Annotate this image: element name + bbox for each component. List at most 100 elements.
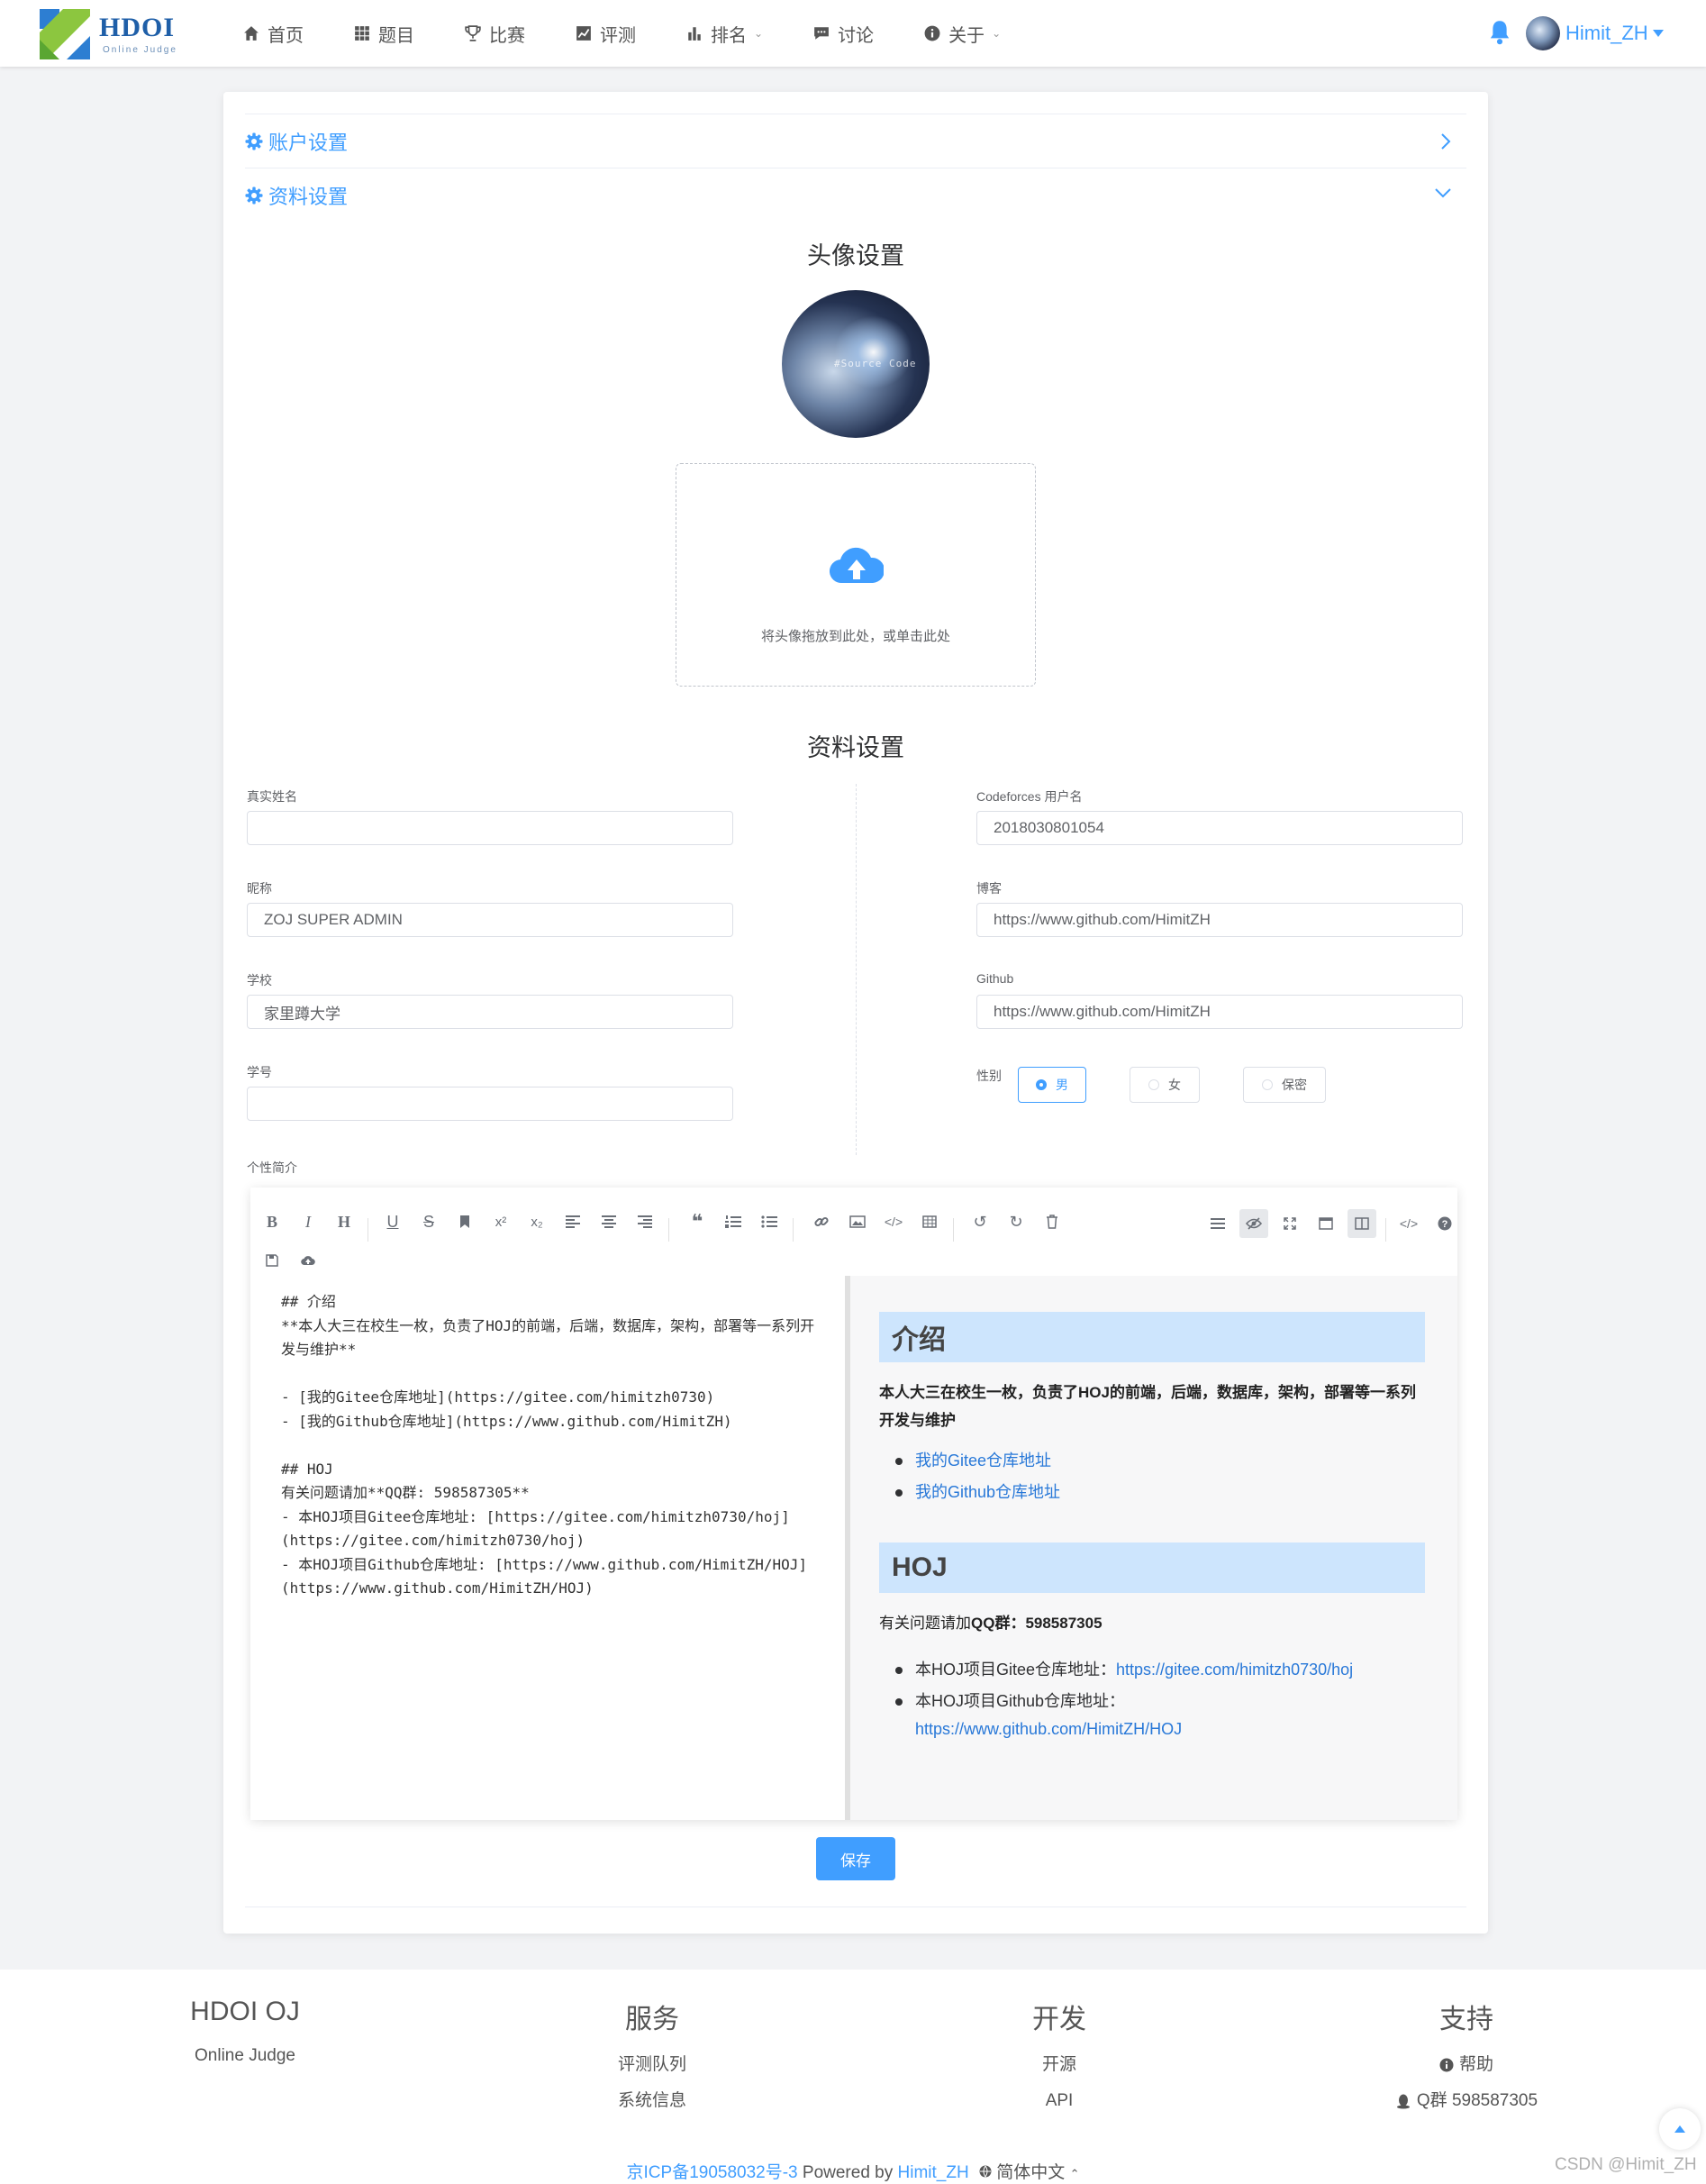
profile-settings-header[interactable]: 资料设置 — [245, 168, 1466, 223]
nav-status[interactable]: 评测 — [576, 0, 636, 67]
user-menu[interactable]: Himit_ZH — [1526, 16, 1665, 50]
preview-toggle-button[interactable] — [1239, 1209, 1268, 1238]
fullscreen-button[interactable] — [1275, 1209, 1304, 1238]
footer-link-system-info[interactable]: 系统信息 — [517, 2083, 787, 2119]
grid-icon — [355, 26, 369, 41]
gender-male-radio[interactable]: 男 — [1018, 1067, 1086, 1103]
top-navbar: HDOI Online Judge 首页 题目 比赛 评测 排名 ⌄ 讨论 关于… — [0, 0, 1706, 67]
home-icon — [244, 26, 259, 41]
chevron-down-icon: ⌄ — [992, 27, 1002, 40]
nickname-label: 昵称 — [247, 881, 272, 896]
gender-female-radio[interactable]: 女 — [1130, 1067, 1200, 1103]
cloud-save-button[interactable] — [294, 1251, 322, 1270]
nav-problems[interactable]: 题目 — [354, 0, 414, 67]
gear-icon — [245, 187, 263, 205]
preview-list-item: 我的Gitee仓库地址 — [895, 1447, 1429, 1475]
nav-about[interactable]: 关于 ⌄ — [924, 0, 1001, 67]
student-number-input[interactable] — [247, 1087, 733, 1121]
editor-source-pane[interactable]: ## 介绍 **本人大三在校生一枚，负责了HOJ的前端，后端，数据库，架构，部署… — [250, 1276, 850, 1820]
italic-button[interactable]: I — [294, 1207, 322, 1236]
footer-title: 服务 — [625, 2005, 679, 2034]
undo-button[interactable]: ↺ — [966, 1207, 994, 1236]
footer-link-qq-group[interactable]: Q群 598587305 — [1331, 2083, 1602, 2119]
code-button[interactable]: </> — [879, 1207, 908, 1236]
blog-input[interactable]: https://www.github.com/HimitZH — [976, 903, 1463, 937]
avatar-upload-dropzone[interactable]: 将头像拖放到此处，或单击此处 — [676, 463, 1036, 687]
profile-settings-title: 资料设置 — [268, 186, 349, 208]
subscript-button[interactable]: x₂ — [522, 1207, 551, 1236]
nav-discussion-label: 讨论 — [838, 25, 875, 46]
icp-link[interactable]: 京ICP备19058032号-3 — [627, 2163, 798, 2182]
align-left-icon — [566, 1215, 580, 1228]
markdown-source[interactable]: ## 介绍 **本人大三在校生一枚，负责了HOJ的前端，后端，数据库，架构，部署… — [281, 1290, 821, 1601]
school-input[interactable]: 家里蹲大学 — [247, 995, 733, 1029]
help-button[interactable]: ? — [1430, 1209, 1459, 1238]
window-icon — [1319, 1217, 1333, 1230]
superscript-button[interactable]: x² — [486, 1207, 515, 1236]
trash-icon — [1047, 1215, 1057, 1229]
footer-link-judge-queue[interactable]: 评测队列 — [517, 2047, 787, 2083]
align-left-button[interactable] — [558, 1207, 587, 1236]
username: Himit_ZH — [1565, 22, 1648, 44]
preview-heading-intro: 介绍 — [879, 1312, 1425, 1362]
ordered-list-button[interactable] — [719, 1207, 748, 1236]
nav-rank[interactable]: 排名 ⌄ — [686, 0, 763, 67]
github-input[interactable]: https://www.github.com/HimitZH — [976, 995, 1463, 1029]
unordered-list-button[interactable] — [755, 1207, 784, 1236]
footer-link-open-source[interactable]: 开源 — [924, 2047, 1194, 2083]
align-center-button[interactable] — [594, 1207, 623, 1236]
html-code-button[interactable]: </> — [1394, 1209, 1423, 1238]
author-link[interactable]: Himit_ZH — [898, 2163, 969, 2182]
realname-input[interactable] — [247, 811, 733, 845]
gender-secret-radio[interactable]: 保密 — [1243, 1067, 1326, 1103]
github-link[interactable]: 我的Github仓库地址 — [915, 1483, 1060, 1501]
hoj-gitee-link[interactable]: https://gitee.com/himitzh0730/hoj — [1116, 1661, 1353, 1679]
student-number-label: 学号 — [247, 1065, 272, 1079]
quote-button[interactable]: ❝ — [683, 1207, 712, 1236]
back-to-top-button[interactable] — [1659, 2108, 1701, 2150]
codeforces-label: Codeforces 用户名 — [976, 789, 1083, 804]
divider — [245, 1906, 1466, 1907]
hoj-github-link[interactable]: https://www.github.com/HimitZH/HOJ — [915, 1720, 1182, 1738]
nav-home[interactable]: 首页 — [243, 0, 304, 67]
trash-button[interactable] — [1038, 1207, 1066, 1236]
save-button[interactable]: 保存 — [816, 1837, 895, 1880]
csdn-watermark: CSDN @Himit_ZH — [1555, 2155, 1697, 2174]
strikethrough-button[interactable]: S — [414, 1207, 443, 1236]
heading-button[interactable]: H — [330, 1207, 358, 1236]
bell-icon[interactable] — [1488, 20, 1511, 45]
split-view-button[interactable] — [1348, 1209, 1376, 1238]
account-settings-title: 账户设置 — [268, 132, 349, 154]
language-switcher[interactable]: 简体中文 — [996, 2163, 1065, 2182]
account-settings-header[interactable]: 账户设置 — [245, 114, 1466, 168]
logo[interactable]: HDOI Online Judge — [40, 9, 193, 61]
bookmark-button[interactable] — [450, 1207, 479, 1236]
table-icon — [922, 1215, 937, 1228]
footer-col-service: 服务 评测队列 系统信息 — [517, 1997, 787, 2119]
nickname-input[interactable]: ZOJ SUPER ADMIN — [247, 903, 733, 937]
window-button[interactable] — [1311, 1209, 1340, 1238]
footer-link-help[interactable]: 帮助 — [1331, 2047, 1602, 2083]
help-label: 帮助 — [1458, 2055, 1493, 2074]
realname-label: 真实姓名 — [247, 789, 297, 804]
image-button[interactable] — [843, 1207, 872, 1236]
link-icon — [814, 1216, 829, 1227]
footer: HDOI OJ Online Judge 服务 评测队列 系统信息 开发 开源 … — [0, 1970, 1706, 2184]
menu-button[interactable] — [1203, 1209, 1232, 1238]
footer-link-api[interactable]: API — [924, 2083, 1194, 2119]
unordered-list-icon — [761, 1215, 777, 1228]
align-right-button[interactable] — [631, 1207, 659, 1236]
nav-discussion[interactable]: 讨论 — [813, 0, 874, 67]
nav-contests[interactable]: 比赛 — [465, 0, 525, 67]
underline-button[interactable]: U — [378, 1207, 407, 1236]
gitee-link[interactable]: 我的Gitee仓库地址 — [915, 1451, 1051, 1470]
link-button[interactable] — [807, 1207, 836, 1236]
preview-paragraph-qq: 有关问题请加QQ群：598587305 — [879, 1609, 1429, 1637]
table-button[interactable] — [915, 1207, 944, 1236]
globe-icon — [979, 2165, 992, 2178]
bold-button[interactable]: B — [258, 1207, 286, 1236]
redo-button[interactable]: ↻ — [1002, 1207, 1030, 1236]
save-draft-button[interactable] — [258, 1251, 286, 1270]
preview-paragraph-intro: 本人大三在校生一枚，负责了HOJ的前端，后端，数据库，架构，部署等一系列开发与维… — [879, 1384, 1416, 1429]
codeforces-input[interactable]: 2018030801054 — [976, 811, 1463, 845]
